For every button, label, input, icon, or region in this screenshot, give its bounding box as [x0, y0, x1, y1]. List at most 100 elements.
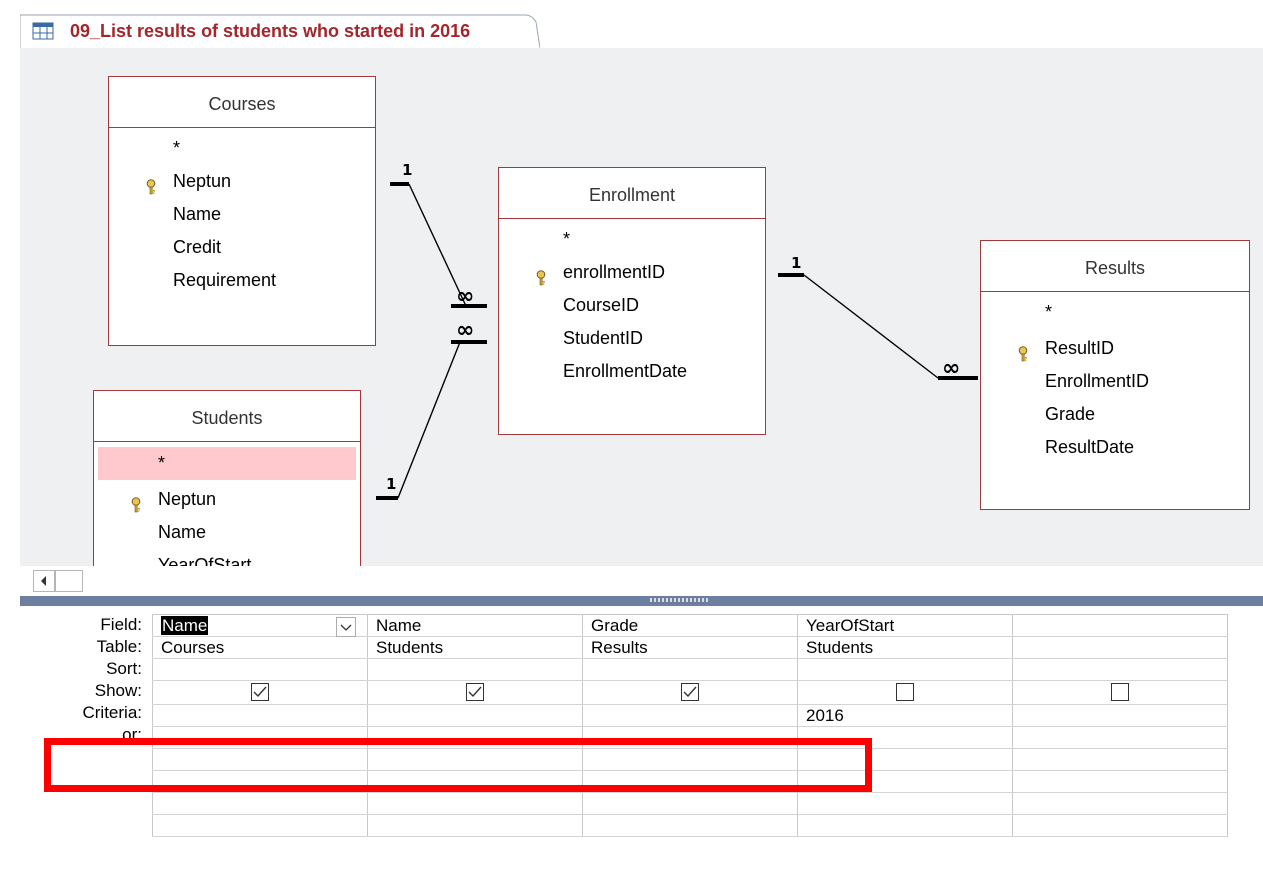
field-row-resultid[interactable]: ResultID [981, 332, 1249, 365]
sort-cell[interactable] [797, 658, 1013, 681]
field-row-courseid[interactable]: CourseID [499, 289, 765, 322]
checkmark-icon [683, 686, 697, 698]
field-row-name[interactable]: Name [109, 198, 375, 231]
rel-students-enrollment-line [397, 341, 461, 499]
query-icon [32, 22, 54, 40]
scroll-left-button[interactable] [33, 570, 55, 592]
chevron-down-icon [340, 624, 352, 631]
empty-cell[interactable] [797, 814, 1013, 837]
field-row-name[interactable]: Name [94, 516, 360, 549]
field-row-requirement[interactable]: Requirement [109, 264, 375, 297]
pane-splitter[interactable] [20, 596, 1263, 606]
criteria-cell[interactable] [367, 704, 583, 727]
field-list-results[interactable]: Results * ResultID EnrollmentID Grade Re… [980, 240, 1250, 510]
show-checkbox[interactable] [251, 683, 269, 701]
checkmark-icon [468, 686, 482, 698]
field-row-enrollmentid[interactable]: EnrollmentID [981, 365, 1249, 398]
grid-row-empty [152, 792, 1228, 815]
field-row-enrollmentid[interactable]: enrollmentID [499, 256, 765, 289]
canvas-horizontal-scrollbar[interactable] [20, 566, 1263, 596]
checkmark-icon [253, 686, 267, 698]
empty-cell[interactable] [152, 792, 368, 815]
empty-cell[interactable] [367, 792, 583, 815]
rel-enrollment-results-line [803, 274, 939, 379]
field-row-all[interactable]: * [109, 132, 375, 165]
row-label-show: Show: [94, 681, 142, 700]
show-checkbox[interactable] [681, 683, 699, 701]
field-list-students[interactable]: Students * Neptun Name YearOfStart [93, 390, 361, 566]
empty-cell[interactable] [1012, 748, 1228, 771]
table-cell[interactable]: Courses [152, 636, 368, 659]
sort-cell[interactable] [152, 658, 368, 681]
field-row-resultdate[interactable]: ResultDate [981, 431, 1249, 464]
primary-key-icon [535, 264, 547, 286]
show-checkbox[interactable] [896, 683, 914, 701]
empty-cell[interactable] [797, 792, 1013, 815]
field-row-grade[interactable]: Grade [981, 398, 1249, 431]
splitter-grip[interactable] [650, 598, 708, 602]
empty-cell[interactable] [582, 814, 798, 837]
field-row-all[interactable]: * [98, 447, 356, 480]
row-label-criteria: Criteria: [82, 703, 142, 722]
field-list-title[interactable]: Courses [109, 77, 375, 128]
sort-cell[interactable] [367, 658, 583, 681]
criteria-cell[interactable] [582, 704, 798, 727]
field-row-studentid[interactable]: StudentID [499, 322, 765, 355]
field-cell[interactable]: Name [152, 614, 368, 637]
show-checkbox[interactable] [466, 683, 484, 701]
field-cell[interactable]: Name [367, 614, 583, 637]
field-list-title[interactable]: Results [981, 241, 1249, 292]
show-cell [797, 680, 1013, 705]
empty-cell[interactable] [582, 792, 798, 815]
show-cell [152, 680, 368, 705]
chevron-left-icon [41, 576, 46, 586]
grid-row-empty [152, 814, 1228, 837]
show-cell [367, 680, 583, 705]
show-cell [582, 680, 798, 705]
empty-cell[interactable] [367, 814, 583, 837]
grid-row-labels: Field: Table: Sort: Show: Criteria: or: [20, 614, 142, 746]
row-label-table: Table: [96, 637, 142, 656]
query-design-canvas[interactable]: 1 ∞ 1 ∞ 1 ∞ Courses * Neptun Name Credit… [20, 48, 1263, 566]
field-row-yearofstart[interactable]: YearOfStart [94, 549, 360, 566]
grid-row-field: Name Name Grade YearOfStart [152, 614, 1228, 637]
field-cell[interactable]: YearOfStart [797, 614, 1013, 637]
table-cell[interactable]: Students [797, 636, 1013, 659]
or-cell[interactable] [1012, 726, 1228, 749]
field-dropdown-button[interactable] [336, 617, 356, 637]
field-row-all[interactable]: * [981, 296, 1249, 329]
field-row-credit[interactable]: Credit [109, 231, 375, 264]
table-cell[interactable] [1012, 636, 1228, 659]
table-cell[interactable]: Results [582, 636, 798, 659]
table-cell[interactable]: Students [367, 636, 583, 659]
criteria-highlight-annotation [44, 738, 872, 792]
field-row-neptun[interactable]: Neptun [109, 165, 375, 198]
rel-2-one-label: 1 [386, 475, 396, 493]
field-cell[interactable]: Grade [582, 614, 798, 637]
criteria-cell[interactable] [1012, 704, 1228, 727]
sort-cell[interactable] [582, 658, 798, 681]
criteria-cell[interactable] [152, 704, 368, 727]
primary-key-icon [130, 491, 142, 513]
field-list-courses[interactable]: Courses * Neptun Name Credit Requirement [108, 76, 376, 346]
rel-3-many-label: ∞ [942, 356, 960, 381]
empty-cell[interactable] [1012, 792, 1228, 815]
field-row-enrollmentdate[interactable]: EnrollmentDate [499, 355, 765, 388]
empty-cell[interactable] [1012, 770, 1228, 793]
primary-key-icon [145, 173, 157, 195]
field-row-all[interactable]: * [499, 223, 765, 256]
empty-cell[interactable] [152, 814, 368, 837]
field-cell[interactable] [1012, 614, 1228, 637]
field-row-neptun[interactable]: Neptun [94, 483, 360, 516]
scroll-thumb[interactable] [55, 570, 83, 592]
tab-title: 09_List results of students who started … [70, 21, 471, 41]
field-list-title[interactable]: Enrollment [499, 168, 765, 219]
qbe-grid-table: Name Name Grade YearOfStart Courses Stud… [152, 614, 1228, 837]
empty-cell[interactable] [1012, 814, 1228, 837]
criteria-cell[interactable]: 2016 [797, 704, 1013, 727]
query-tab[interactable]: 09_List results of students who started … [20, 14, 540, 48]
show-checkbox[interactable] [1111, 683, 1129, 701]
field-list-enrollment[interactable]: Enrollment * enrollmentID CourseID Stude… [498, 167, 766, 435]
sort-cell[interactable] [1012, 658, 1228, 681]
field-list-title[interactable]: Students [94, 391, 360, 442]
